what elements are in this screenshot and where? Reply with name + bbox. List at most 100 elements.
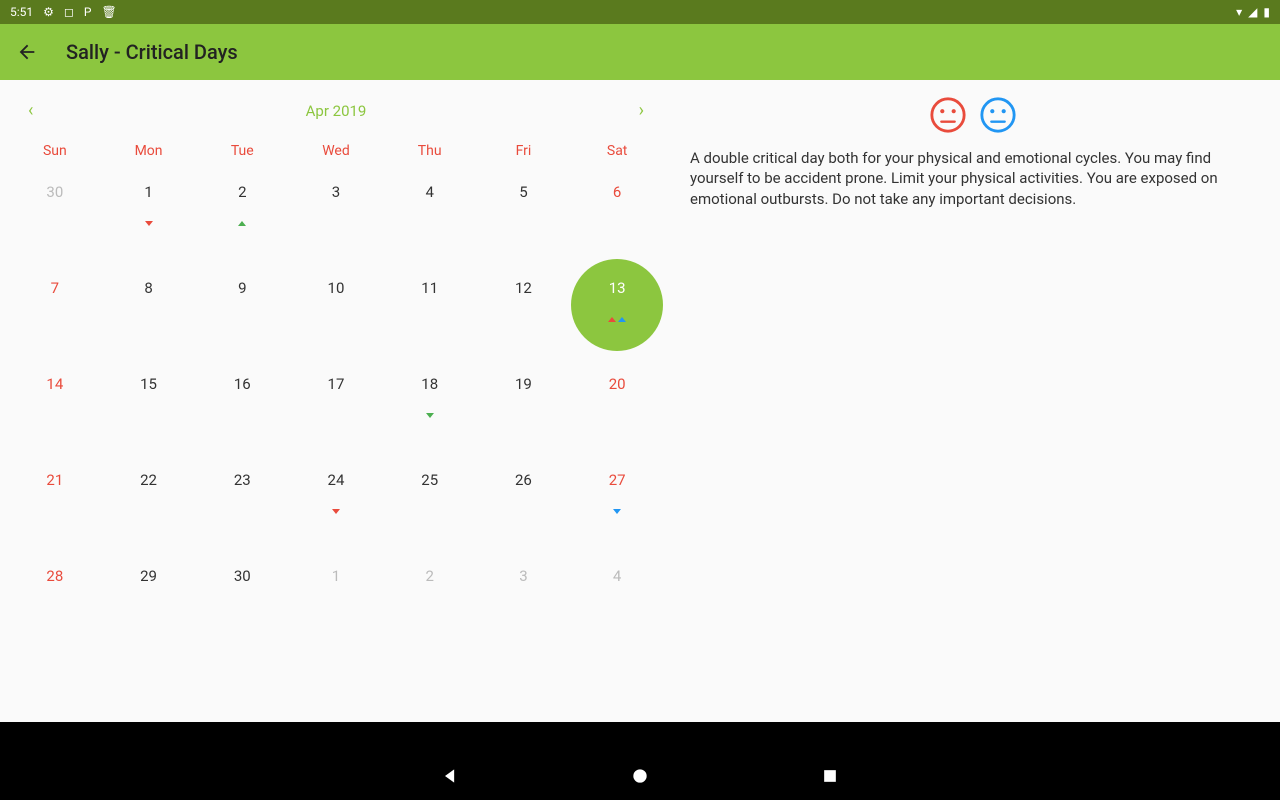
day-number: 4 [613,567,621,585]
calendar-day[interactable]: 24 [289,461,383,557]
day-number: 27 [609,471,626,489]
calendar-day[interactable]: 30 [195,557,289,653]
neutral-face-red-icon [929,96,967,134]
day-markers [332,509,340,514]
signal-icon: ◢ [1248,5,1257,19]
day-number: 26 [515,471,532,489]
status-time: 5:51 [10,5,33,19]
square-icon: ◻ [64,5,74,19]
status-system-icons: ▾ ◢ ▮ [1236,5,1270,19]
calendar-day[interactable]: 3 [289,173,383,269]
marker-up-blue-icon [618,317,626,322]
circle-home-icon [630,766,650,786]
android-status-bar: 5:51 ⚙ ◻ P 🗑 ▾ ◢ ▮ [0,0,1280,24]
calendar-day[interactable]: 4 [383,173,477,269]
day-number: 13 [609,279,626,297]
day-number: 1 [144,183,152,201]
day-number: 23 [234,471,251,489]
nav-recent-button[interactable] [820,766,840,786]
face-icons-row [690,96,1256,134]
day-of-week-header: SunMonTueWedThuFriSat [0,137,672,173]
calendar-day[interactable]: 2 [195,173,289,269]
calendar-day[interactable]: 7 [8,269,102,365]
day-number: 19 [515,375,532,393]
day-number: 30 [46,183,63,201]
calendar-day[interactable]: 16 [195,365,289,461]
calendar-day[interactable]: 20 [570,365,664,461]
nav-home-button[interactable] [630,766,650,786]
calendar-day[interactable]: 29 [102,557,196,653]
detail-panel: A double critical day both for your phys… [672,80,1280,722]
day-number: 21 [46,471,63,489]
calendar-day[interactable]: 5 [477,173,571,269]
calendar-day[interactable]: 4 [570,557,664,653]
day-number: 15 [140,375,157,393]
day-number: 28 [46,567,63,585]
calendar-day[interactable]: 26 [477,461,571,557]
neutral-face-blue-icon [979,96,1017,134]
calendar-day[interactable]: 22 [102,461,196,557]
calendar-day[interactable]: 12 [477,269,571,365]
day-number: 29 [140,567,157,585]
day-markers [238,221,246,226]
calendar-day[interactable]: 15 [102,365,196,461]
calendar-day[interactable]: 18 [383,365,477,461]
dow-label: Sun [8,137,102,173]
day-number: 6 [613,183,621,201]
calendar-day[interactable]: 19 [477,365,571,461]
day-number: 30 [234,567,251,585]
day-number: 18 [421,375,438,393]
calendar-day[interactable]: 25 [383,461,477,557]
day-number: 1 [332,567,340,585]
calendar-day[interactable]: 1 [289,557,383,653]
calendar-day[interactable]: 17 [289,365,383,461]
day-number: 14 [46,375,63,393]
nav-back-button[interactable] [440,766,460,786]
prev-month-button[interactable]: ‹ [20,96,41,125]
status-notification-icons: ⚙ ◻ P 🗑 [43,5,117,19]
marker-down-red-icon [145,221,153,226]
calendar-day[interactable]: 23 [195,461,289,557]
calendar-day[interactable]: 1 [102,173,196,269]
calendar-panel: ‹ Apr 2019 › SunMonTueWedThuFriSat 30123… [0,80,672,722]
dow-label: Mon [102,137,196,173]
day-markers [608,317,626,322]
day-number: 2 [425,567,433,585]
android-nav-bar [0,752,1280,800]
day-number: 16 [234,375,251,393]
back-button[interactable] [16,41,38,63]
dow-label: Thu [383,137,477,173]
calendar-day[interactable]: 11 [383,269,477,365]
trash-icon: 🗑 [101,5,116,19]
marker-down-blue-icon [613,509,621,514]
calendar-day[interactable]: 14 [8,365,102,461]
dow-label: Tue [195,137,289,173]
square-recent-icon [820,766,840,786]
calendar-day[interactable]: 13 [570,269,664,365]
calendar-day[interactable]: 27 [570,461,664,557]
gear-icon: ⚙ [43,5,54,19]
calendar-day[interactable]: 8 [102,269,196,365]
calendar-day[interactable]: 10 [289,269,383,365]
day-number: 9 [238,279,246,297]
day-number: 5 [519,183,527,201]
marker-up-green-icon [238,221,246,226]
day-number: 7 [51,279,59,297]
day-number: 10 [328,279,345,297]
day-number: 12 [515,279,532,297]
day-number: 24 [328,471,345,489]
calendar-day[interactable]: 28 [8,557,102,653]
black-letterbox [0,722,1280,752]
calendar-day[interactable]: 21 [8,461,102,557]
arrow-left-icon [16,41,38,63]
day-number: 3 [332,183,340,201]
next-month-button[interactable]: › [631,96,652,125]
calendar-day[interactable]: 6 [570,173,664,269]
calendar-grid: 3012345678910111213141516171819202122232… [0,173,672,653]
calendar-day[interactable]: 3 [477,557,571,653]
calendar-day[interactable]: 2 [383,557,477,653]
day-number: 3 [519,567,527,585]
dow-label: Sat [570,137,664,173]
calendar-day[interactable]: 9 [195,269,289,365]
calendar-day[interactable]: 30 [8,173,102,269]
